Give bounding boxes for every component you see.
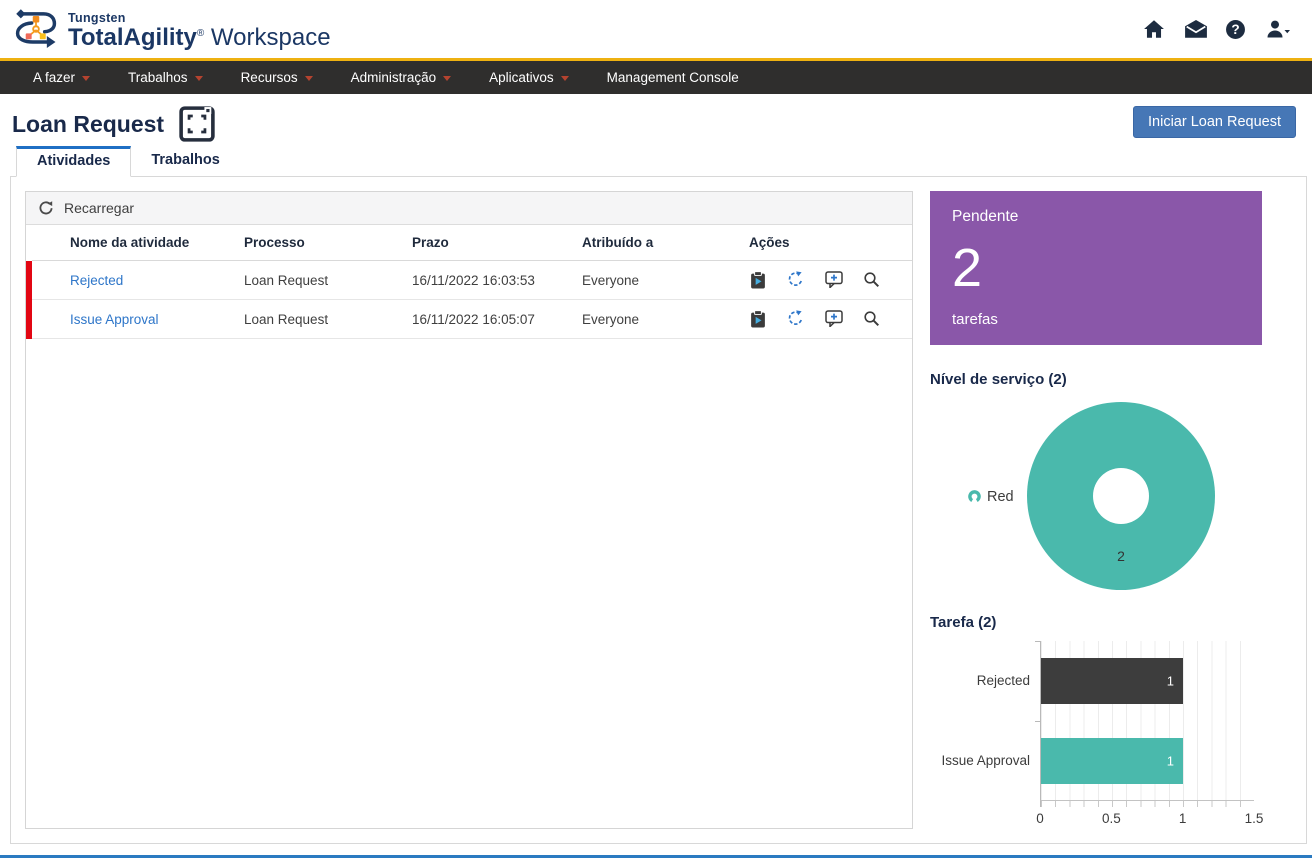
svg-text:?: ? — [1231, 22, 1239, 37]
start-loan-request-button[interactable]: Iniciar Loan Request — [1133, 106, 1296, 138]
col-nome-da-atividade: Nome da atividade — [29, 225, 244, 261]
bar-plot-area: 1 1 — [1035, 640, 1254, 801]
col-atribuido-a: Atribuído a — [582, 225, 749, 261]
legend-label: Red — [987, 488, 1014, 505]
reassign-icon[interactable] — [787, 271, 805, 289]
table-row[interactable]: Rejected Loan Request 16/11/2022 16:03:5… — [26, 260, 912, 300]
donut-chart: 2 — [1027, 401, 1215, 590]
refresh-icon — [39, 201, 53, 215]
x-axis-labels: 0 0.5 1 1.5 — [1036, 810, 1263, 833]
user-menu-icon[interactable] — [1266, 18, 1290, 40]
activities-grid: Recarregar Nome da atividade Processo Pr… — [25, 191, 913, 829]
app-header: Tungsten TotalAgility® Workspace ? — [0, 0, 1312, 58]
service-level-title: Nível de serviço (2) — [930, 370, 1067, 388]
tab-trabalhos[interactable]: Trabalhos — [131, 146, 240, 177]
page-title: Loan Request — [12, 110, 165, 137]
footer-divider — [0, 855, 1312, 860]
view-details-icon[interactable] — [863, 310, 881, 328]
legend-item-red[interactable]: Red — [968, 489, 1014, 505]
x-tick-label: 1.5 — [1244, 810, 1264, 826]
mail-icon[interactable] — [1184, 18, 1208, 40]
assigned-cell: Everyone — [582, 260, 749, 300]
nav-item-aplicativos[interactable]: Aplicativos — [470, 61, 588, 94]
task-chart-title: Tarefa (2) — [930, 613, 997, 631]
open-activity-icon[interactable] — [749, 310, 767, 328]
bar-rejected[interactable]: 1 — [1041, 657, 1183, 704]
tab-content: Recarregar Nome da atividade Processo Pr… — [10, 176, 1307, 844]
brand-name: TotalAgility® Workspace — [68, 24, 331, 52]
chevron-down-icon — [194, 76, 203, 81]
col-processo: Processo — [244, 225, 412, 261]
x-tick-label: 0.5 — [1101, 810, 1121, 826]
bar-value-label: 1 — [1166, 673, 1174, 689]
add-note-icon[interactable] — [825, 271, 843, 289]
chevron-down-icon — [82, 76, 91, 81]
reassign-icon[interactable] — [787, 310, 805, 328]
chevron-down-icon — [304, 76, 313, 81]
totalagility-logo-icon — [15, 9, 57, 48]
process-cell: Loan Request — [244, 299, 412, 339]
reload-label: Recarregar — [64, 200, 135, 216]
category-label: Issue Approval — [941, 753, 1030, 769]
col-acoes: Ações — [749, 225, 912, 261]
add-note-icon[interactable] — [825, 310, 843, 328]
nav-item-recursos[interactable]: Recursos — [222, 61, 332, 94]
due-cell: 16/11/2022 16:05:07 — [412, 299, 582, 339]
dashboard-panel: Pendente 2 tarefas Nível de serviço (2) … — [930, 191, 1292, 829]
home-icon[interactable] — [1143, 18, 1167, 40]
open-activity-icon[interactable] — [749, 271, 767, 289]
x-tick-label: 1 — [1178, 810, 1187, 826]
legend-marker-icon — [968, 490, 981, 503]
nav-item-management-console[interactable]: Management Console — [588, 61, 758, 94]
brand-logo: Tungsten TotalAgility® Workspace — [10, 6, 331, 52]
col-prazo: Prazo — [412, 225, 582, 261]
service-level-chart: Nível de serviço (2) Red 2 — [930, 371, 1292, 598]
chevron-down-icon — [443, 76, 452, 81]
pending-card-unit: tarefas — [952, 310, 998, 328]
main-navbar: A fazer Trabalhos Recursos Administração… — [0, 61, 1312, 94]
task-chart: Tarefa (2) Rejected Issue Approval 1 1 0 — [930, 614, 1292, 833]
assigned-cell: Everyone — [582, 299, 749, 339]
pending-card-count: 2 — [952, 238, 983, 298]
donut-value-label: 2 — [1117, 548, 1125, 564]
pending-card[interactable]: Pendente 2 tarefas — [930, 191, 1262, 345]
activity-link[interactable]: Issue Approval — [70, 312, 159, 327]
x-tick-label: 0 — [1036, 810, 1044, 826]
brand-suffix: Workspace — [204, 24, 331, 52]
bar-issue-approval[interactable]: 1 — [1041, 737, 1183, 784]
activities-table: Nome da atividade Processo Prazo Atribuí… — [26, 225, 912, 339]
process-cell: Loan Request — [244, 260, 412, 300]
chevron-down-icon — [560, 76, 569, 81]
category-label: Rejected — [976, 673, 1030, 689]
nav-item-administracao[interactable]: Administração — [332, 61, 471, 94]
pending-card-title: Pendente — [952, 208, 1019, 225]
reload-button[interactable]: Recarregar — [26, 192, 912, 225]
process-form-icon[interactable] — [179, 106, 215, 142]
table-header-row: Nome da atividade Processo Prazo Atribuí… — [29, 225, 912, 261]
activity-link[interactable]: Rejected — [70, 273, 123, 288]
nav-item-a-fazer[interactable]: A fazer — [14, 61, 109, 94]
table-row[interactable]: Issue Approval Loan Request 16/11/2022 1… — [26, 299, 912, 339]
bar-value-label: 1 — [1166, 753, 1174, 769]
view-details-icon[interactable] — [863, 271, 881, 289]
help-icon[interactable]: ? — [1225, 18, 1249, 40]
tab-strip: Atividades Trabalhos — [0, 146, 1312, 177]
x-axis-ticks — [1040, 800, 1254, 807]
nav-item-trabalhos[interactable]: Trabalhos — [109, 61, 222, 94]
tab-atividades[interactable]: Atividades — [16, 146, 132, 177]
due-cell: 16/11/2022 16:03:53 — [412, 260, 582, 300]
